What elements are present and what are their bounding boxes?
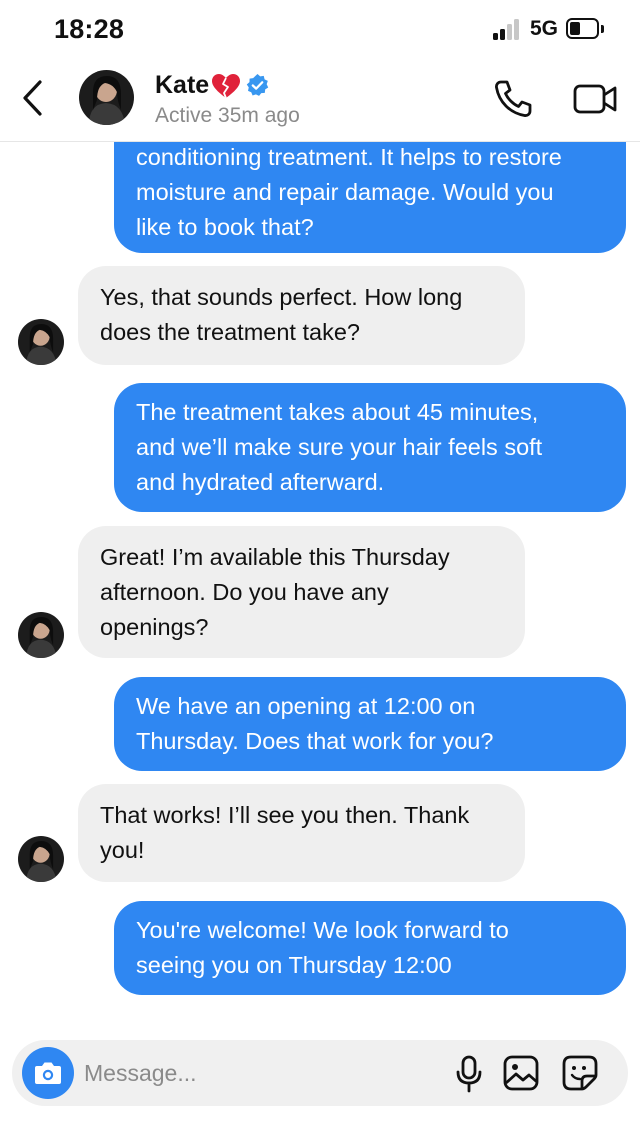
avatar-image — [18, 612, 64, 658]
avatar-image — [18, 319, 64, 365]
gallery-button[interactable] — [503, 1055, 539, 1091]
message-outgoing[interactable]: You're welcome! We look forward to seein… — [114, 901, 626, 995]
message-line: afternoon. Do you have any — [100, 579, 389, 605]
message-outgoing[interactable]: The treatment takes about 45 minutes, an… — [114, 383, 626, 512]
video-call-button[interactable] — [572, 80, 618, 118]
camera-button[interactable] — [22, 1047, 74, 1099]
avatar-image — [79, 70, 134, 125]
back-button[interactable] — [16, 76, 52, 120]
message-line: and hydrated afterward. — [136, 469, 385, 495]
network-type: 5G — [530, 17, 559, 40]
message-incoming[interactable]: Yes, that sounds perfect. How long does … — [78, 266, 525, 365]
camera-icon — [35, 1062, 61, 1084]
broken-heart-icon — [212, 73, 241, 98]
battery-icon — [566, 18, 599, 39]
status-time: 18:28 — [54, 14, 125, 44]
message-line: and we’ll make sure your hair feels soft — [136, 434, 543, 460]
message-line: Great! I’m available this Thursday — [100, 544, 450, 570]
sender-avatar[interactable] — [18, 319, 64, 365]
phone-icon — [495, 80, 532, 117]
message-input[interactable] — [84, 1052, 424, 1094]
message-line: seeing you on Thursday 12:00 — [136, 952, 452, 978]
contact-name: Kate — [155, 71, 210, 99]
microphone-icon — [456, 1055, 482, 1093]
message-line: conditioning treatment. It helps to rest… — [136, 144, 562, 170]
sender-avatar[interactable] — [18, 612, 64, 658]
message-line: you! — [100, 837, 145, 863]
activity-status: Active 35m ago — [155, 104, 300, 127]
battery-tip — [601, 25, 604, 33]
avatar-image — [18, 836, 64, 882]
contact-avatar[interactable] — [79, 70, 134, 125]
message-incoming[interactable]: Great! I’m available this Thursday after… — [78, 526, 525, 658]
contact-name-row[interactable]: Kate — [155, 71, 270, 100]
message-line: openings? — [100, 614, 209, 640]
sticker-button[interactable] — [562, 1055, 598, 1091]
voice-call-button[interactable] — [492, 78, 534, 120]
message-line: Thursday. Does that work for you? — [136, 728, 494, 754]
message-line: That works! I’ll see you then. Thank — [100, 802, 470, 828]
message-outgoing[interactable]: conditioning treatment. It helps to rest… — [114, 142, 626, 253]
message-outgoing[interactable]: We have an opening at 12:00 on Thursday.… — [114, 677, 626, 771]
status-bar: 18:28 5G — [0, 0, 640, 58]
verified-badge-icon — [246, 74, 269, 96]
image-icon — [503, 1055, 539, 1091]
video-camera-icon — [573, 84, 617, 114]
signal-strength-icon — [493, 18, 523, 40]
message-line: moisture and repair damage. Would you — [136, 179, 554, 205]
voice-message-button[interactable] — [450, 1054, 488, 1094]
message-composer — [12, 1040, 628, 1106]
message-incoming[interactable]: That works! I’ll see you then. Thank you… — [78, 784, 525, 882]
sender-avatar[interactable] — [18, 836, 64, 882]
chevron-left-icon — [23, 80, 42, 116]
message-line: You're welcome! We look forward to — [136, 917, 509, 943]
message-line: like to book that? — [136, 214, 314, 240]
message-line: does the treatment take? — [100, 319, 360, 345]
message-line: We have an opening at 12:00 on — [136, 693, 476, 719]
message-line: The treatment takes about 45 minutes, — [136, 399, 539, 425]
message-thread[interactable]: conditioning treatment. It helps to rest… — [0, 142, 640, 1037]
sticker-icon — [562, 1055, 598, 1091]
message-line: Yes, that sounds perfect. How long — [100, 284, 463, 310]
chat-header: Kate Active 35m ago — [0, 58, 640, 142]
